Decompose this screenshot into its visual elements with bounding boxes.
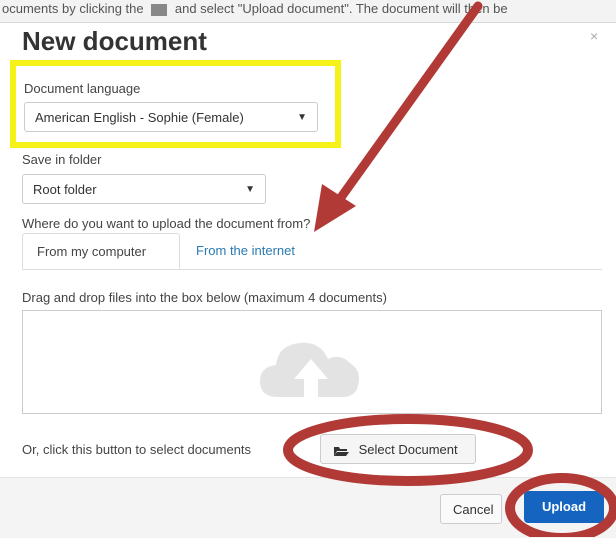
tab-from-the-internet[interactable]: From the internet: [182, 233, 309, 269]
chevron-down-icon: ▼: [297, 112, 307, 123]
dialog-title: New document: [22, 26, 207, 56]
close-icon[interactable]: ×: [590, 28, 598, 44]
background-text-right: and select "Upload document". The docume…: [174, 1, 508, 16]
tab-from-my-computer[interactable]: From my computer: [22, 233, 180, 269]
folder-open-icon: [334, 446, 349, 456]
drop-zone-label: Drag and drop files into the box below (…: [22, 290, 387, 305]
select-document-button[interactable]: Select Document: [320, 434, 476, 464]
upload-button[interactable]: Upload: [524, 491, 604, 523]
document-language-select[interactable]: American English - Sophie (Female) ▼: [24, 102, 318, 132]
upload-source-question: Where do you want to upload the document…: [22, 216, 311, 231]
save-folder-label: Save in folder: [22, 152, 102, 167]
annotation-arrow: [337, 1, 483, 201]
upload-source-tabs: From my computer From the internet: [22, 233, 602, 270]
chevron-down-icon: ▼: [245, 184, 255, 195]
document-language-value: American English - Sophie (Female): [35, 110, 244, 125]
select-document-prompt: Or, click this button to select document…: [22, 442, 252, 457]
save-folder-select[interactable]: Root folder ▼: [22, 174, 266, 204]
cancel-button[interactable]: Cancel: [440, 494, 502, 524]
background-text-left: ocuments by clicking the: [2, 1, 144, 16]
annotation-arrow-head: [314, 184, 356, 232]
save-folder-value: Root folder: [33, 182, 97, 197]
cloud-upload-icon: [260, 342, 359, 397]
drop-zone[interactable]: [22, 310, 602, 414]
document-language-label: Document language: [24, 81, 141, 96]
background-page-strip: ocuments by clicking the and select "Upl…: [0, 0, 616, 23]
select-document-label: Select Document: [358, 442, 458, 457]
folder-mini-icon: [151, 3, 168, 16]
